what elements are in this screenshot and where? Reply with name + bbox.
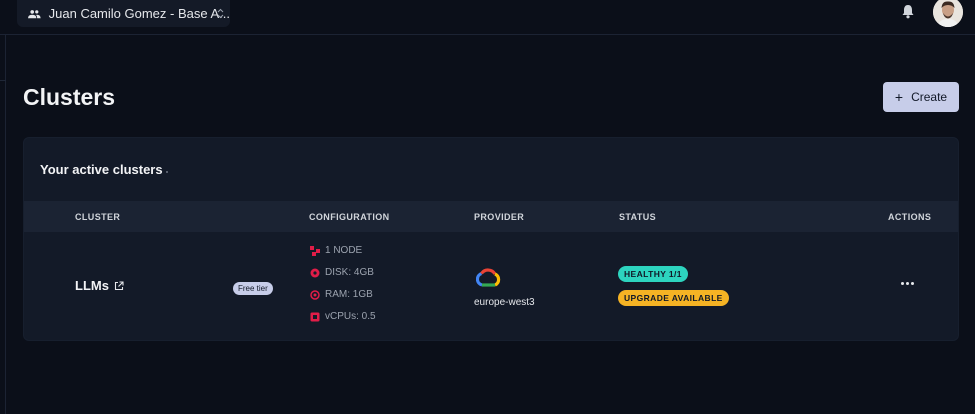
column-header-status: STATUS	[619, 212, 657, 222]
tier-badge: Free tier	[233, 282, 273, 295]
people-icon	[28, 9, 41, 18]
provider-region: europe-west3	[474, 297, 535, 308]
dot	[905, 281, 909, 285]
config-ram: RAM: 1GB	[310, 289, 373, 300]
page-title: Clusters	[23, 84, 116, 110]
config-vcpus-label: vCPUs: 0.5	[325, 311, 376, 322]
config-nodes: 1 NODE	[310, 245, 362, 256]
cluster-name-link[interactable]: LLMs	[75, 278, 124, 293]
column-header-actions: ACTIONS	[888, 212, 932, 222]
row-actions-menu-button[interactable]	[896, 276, 918, 290]
create-button-label: Create	[911, 90, 948, 104]
health-status-badge: HEALTHY 1/1	[618, 266, 688, 282]
updown-chevron-icon	[217, 8, 224, 19]
table-row: LLMs Free tier 1 NODE DISK: 4GB RAM: 1GB…	[24, 232, 958, 340]
column-header-configuration: CONFIGURATION	[309, 212, 390, 222]
organization-name: Juan Camilo Gomez - Base A...	[48, 6, 230, 21]
config-ram-label: RAM: 1GB	[325, 289, 373, 300]
config-disk: DISK: 4GB	[310, 267, 374, 278]
config-nodes-label: 1 NODE	[325, 245, 363, 256]
top-bar: Juan Camilo Gomez - Base A...	[0, 0, 975, 35]
organization-switcher[interactable]: Juan Camilo Gomez - Base A...	[17, 0, 230, 27]
card-title-dot	[166, 171, 168, 173]
cluster-name: LLMs	[75, 278, 109, 293]
dot	[900, 281, 904, 285]
avatar[interactable]	[933, 0, 963, 27]
plus-icon: +	[894, 89, 904, 105]
bell-icon[interactable]	[901, 3, 915, 19]
rail-divider	[0, 80, 6, 81]
external-link-icon	[114, 280, 124, 290]
ram-icon	[310, 289, 320, 300]
cpu-icon	[310, 312, 320, 321]
config-disk-label: DISK: 4GB	[325, 267, 374, 278]
card-title: Your active clusters	[40, 162, 163, 177]
column-header-cluster: CLUSTER	[75, 212, 121, 222]
google-cloud-icon	[476, 268, 501, 287]
avatar-image	[933, 0, 963, 27]
column-header-provider: PROVIDER	[474, 212, 525, 222]
upgrade-available-badge[interactable]: UPGRADE AVAILABLE	[618, 290, 729, 306]
config-vcpus: vCPUs: 0.5	[310, 311, 376, 322]
active-clusters-card: Your active clusters CLUSTER CONFIGURATI…	[23, 137, 959, 341]
disk-icon	[310, 268, 320, 277]
dot	[910, 281, 914, 285]
nodes-icon	[310, 245, 320, 256]
create-button[interactable]: + Create	[883, 82, 959, 112]
table-header: CLUSTER CONFIGURATION PROVIDER STATUS AC…	[24, 201, 958, 232]
left-rail	[0, 35, 6, 414]
